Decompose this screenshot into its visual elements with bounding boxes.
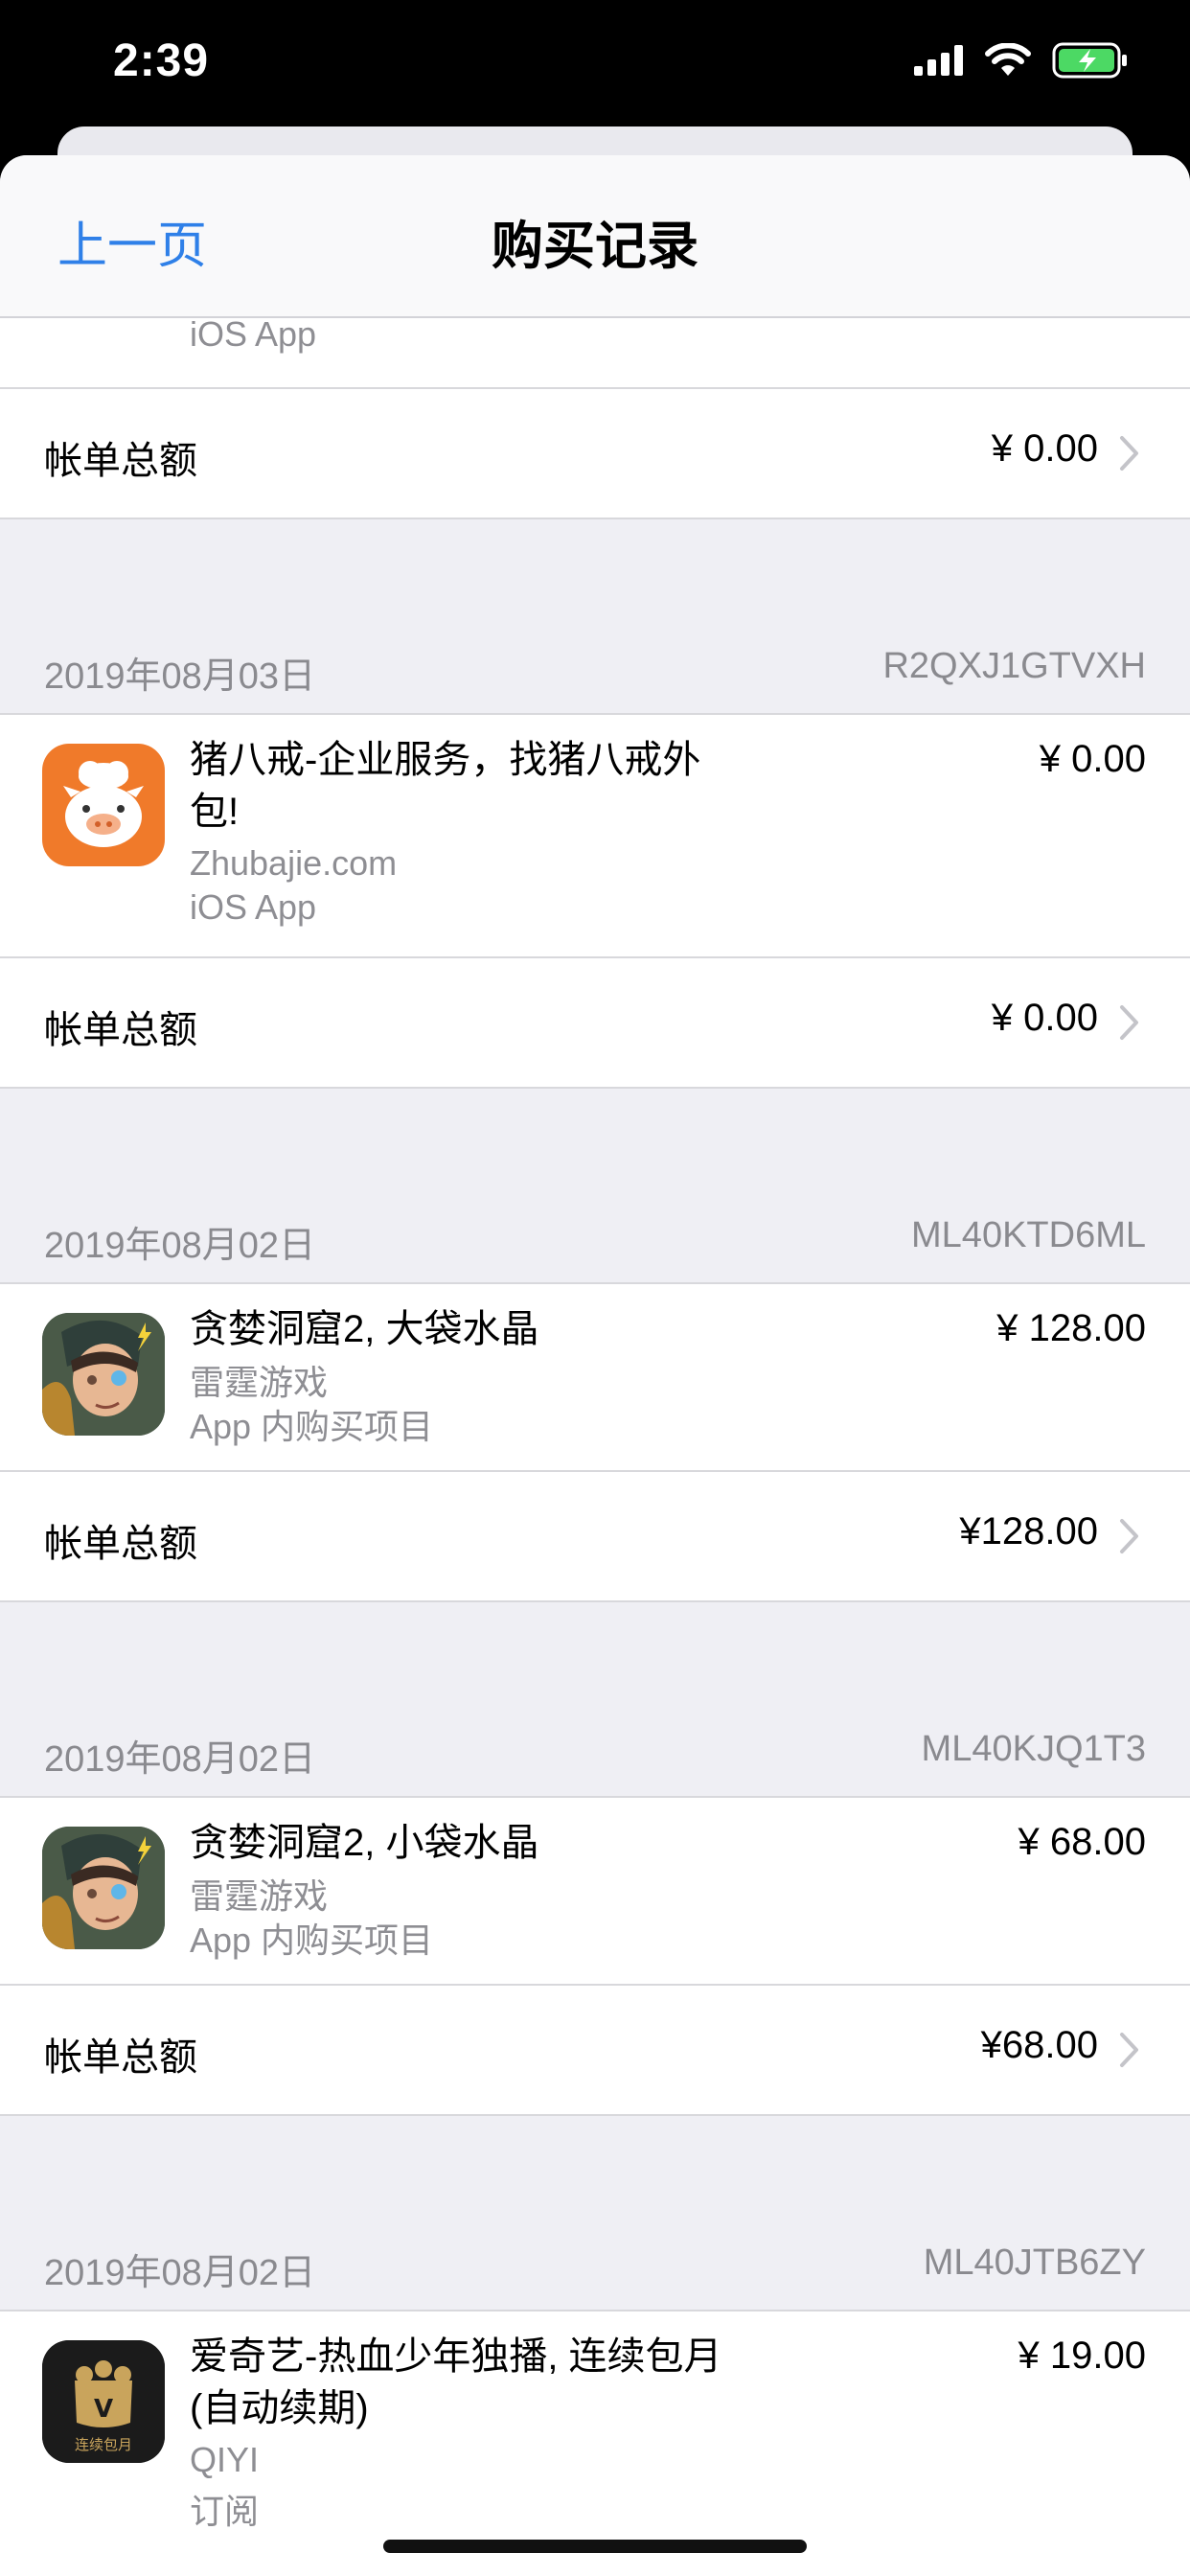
item-price: ¥ 0.00	[1039, 738, 1146, 780]
section-header: 2019年08月02日 ML40JTB6ZY	[0, 2221, 1190, 2312]
bill-total-row[interactable]: 帐单总额 ¥68.00	[0, 1986, 1190, 2116]
section-gap	[0, 1089, 1190, 1194]
bill-total-row[interactable]: 帐单总额 ¥ 0.00	[0, 389, 1190, 519]
purchase-date: 2019年08月02日	[44, 2253, 316, 2293]
bill-total-amount: ¥ 0.00	[991, 997, 1098, 1039]
bill-total-label: 帐单总额	[44, 1009, 197, 1051]
battery-charging-icon	[1052, 42, 1127, 79]
item-kind: App 内购买项目	[190, 1407, 434, 1446]
purchase-date: 2019年08月03日	[44, 656, 316, 697]
status-time: 2:39	[113, 35, 210, 86]
item-developer: QIYI	[190, 2440, 260, 2479]
section-gap	[0, 519, 1190, 625]
iqiyi-vip-icon: V 连续包月	[42, 2340, 165, 2463]
purchase-item[interactable]: 猪八戒-企业服务，找猪八戒外 包! Zhubajie.com iOS App ¥…	[0, 715, 1190, 958]
order-id: R2QXJ1GTVXH	[882, 646, 1146, 686]
page-title: 购买记录	[492, 218, 698, 275]
bill-total-amount: ¥128.00	[959, 1510, 1098, 1552]
status-bar: 2:39	[0, 0, 1190, 134]
bill-total-label: 帐单总额	[44, 2036, 197, 2079]
item-title-line2: (自动续期)	[190, 2387, 369, 2429]
item-title-line1: 爱奇艺-热血少年独播, 连续包月	[190, 2335, 722, 2378]
bill-total-row[interactable]: 帐单总额 ¥128.00	[0, 1472, 1190, 1602]
item-price: ¥ 128.00	[996, 1307, 1146, 1349]
purchase-history-sheet: 上一页 购买记录 iOS App 帐单总额 ¥ 0.00 2019年08月03日…	[0, 155, 1190, 2576]
chevron-right-icon	[1120, 1005, 1138, 1040]
item-kind: App 内购买项目	[190, 1920, 434, 1960]
vip-letter: V	[94, 2395, 113, 2424]
item-developer: Zhubajie.com	[190, 843, 398, 883]
section-header: 2019年08月03日 R2QXJ1GTVXH	[0, 625, 1190, 715]
purchase-list: iOS App 帐单总额 ¥ 0.00 2019年08月03日 R2QXJ1GT…	[0, 314, 1190, 2576]
bill-total-amount: ¥68.00	[980, 2024, 1098, 2066]
purchase-date: 2019年08月02日	[44, 1739, 316, 1780]
purchase-item[interactable]: V 连续包月 爱奇艺-热血少年独播, 连续包月 (自动续期) QIYI 订阅 ¥…	[0, 2312, 1190, 2576]
section-gap	[0, 1602, 1190, 1708]
order-id: ML40KJQ1T3	[921, 1729, 1146, 1769]
purchase-item[interactable]: 贪婪洞窟2, 大袋水晶 雷霆游戏 App 内购买项目 ¥ 128.00	[0, 1284, 1190, 1472]
item-kind: iOS App	[190, 887, 317, 927]
section-gap	[0, 2116, 1190, 2221]
section-header: 2019年08月02日 ML40KJQ1T3	[0, 1708, 1190, 1798]
item-price: ¥ 68.00	[1018, 1821, 1146, 1863]
item-kind: iOS App	[190, 314, 317, 354]
item-price: ¥ 19.00	[1018, 2334, 1146, 2377]
home-indicator[interactable]	[383, 2540, 807, 2553]
order-id: ML40KTD6ML	[911, 1215, 1146, 1255]
navigation-bar: 上一页 购买记录	[0, 155, 1190, 318]
chevron-right-icon	[1120, 2033, 1138, 2067]
cellular-signal-icon	[914, 45, 963, 76]
item-developer: 雷霆游戏	[190, 1363, 329, 1402]
wifi-icon	[985, 43, 1031, 76]
item-title-line1: 贪婪洞窟2, 小袋水晶	[190, 1822, 539, 1864]
chevron-right-icon	[1120, 436, 1138, 471]
status-icons	[914, 42, 1129, 79]
purchase-date: 2019年08月02日	[44, 1226, 316, 1266]
bill-total-label: 帐单总额	[44, 1523, 197, 1565]
item-title-line1: 贪婪洞窟2, 大袋水晶	[190, 1308, 539, 1350]
cave-game-icon	[42, 1827, 165, 1949]
order-id: ML40JTB6ZY	[923, 2242, 1146, 2283]
bill-total-row[interactable]: 帐单总额 ¥ 0.00	[0, 958, 1190, 1089]
item-title-line2: 包!	[190, 791, 240, 833]
item-kind: 订阅	[190, 2492, 260, 2531]
list-item: iOS App	[0, 314, 1190, 389]
section-header: 2019年08月02日 ML40KTD6ML	[0, 1194, 1190, 1284]
purchase-item[interactable]: 贪婪洞窟2, 小袋水晶 雷霆游戏 App 内购买项目 ¥ 68.00	[0, 1798, 1190, 1986]
vip-icon-label: 连续包月	[75, 2436, 132, 2453]
cave-game-icon	[42, 1313, 165, 1436]
item-title-line1: 猪八戒-企业服务，找猪八戒外	[190, 739, 701, 781]
bill-total-label: 帐单总额	[44, 440, 197, 482]
chevron-right-icon	[1120, 1519, 1138, 1553]
pig-app-icon	[42, 744, 165, 866]
bill-total-amount: ¥ 0.00	[991, 427, 1098, 470]
item-developer: 雷霆游戏	[190, 1876, 329, 1916]
